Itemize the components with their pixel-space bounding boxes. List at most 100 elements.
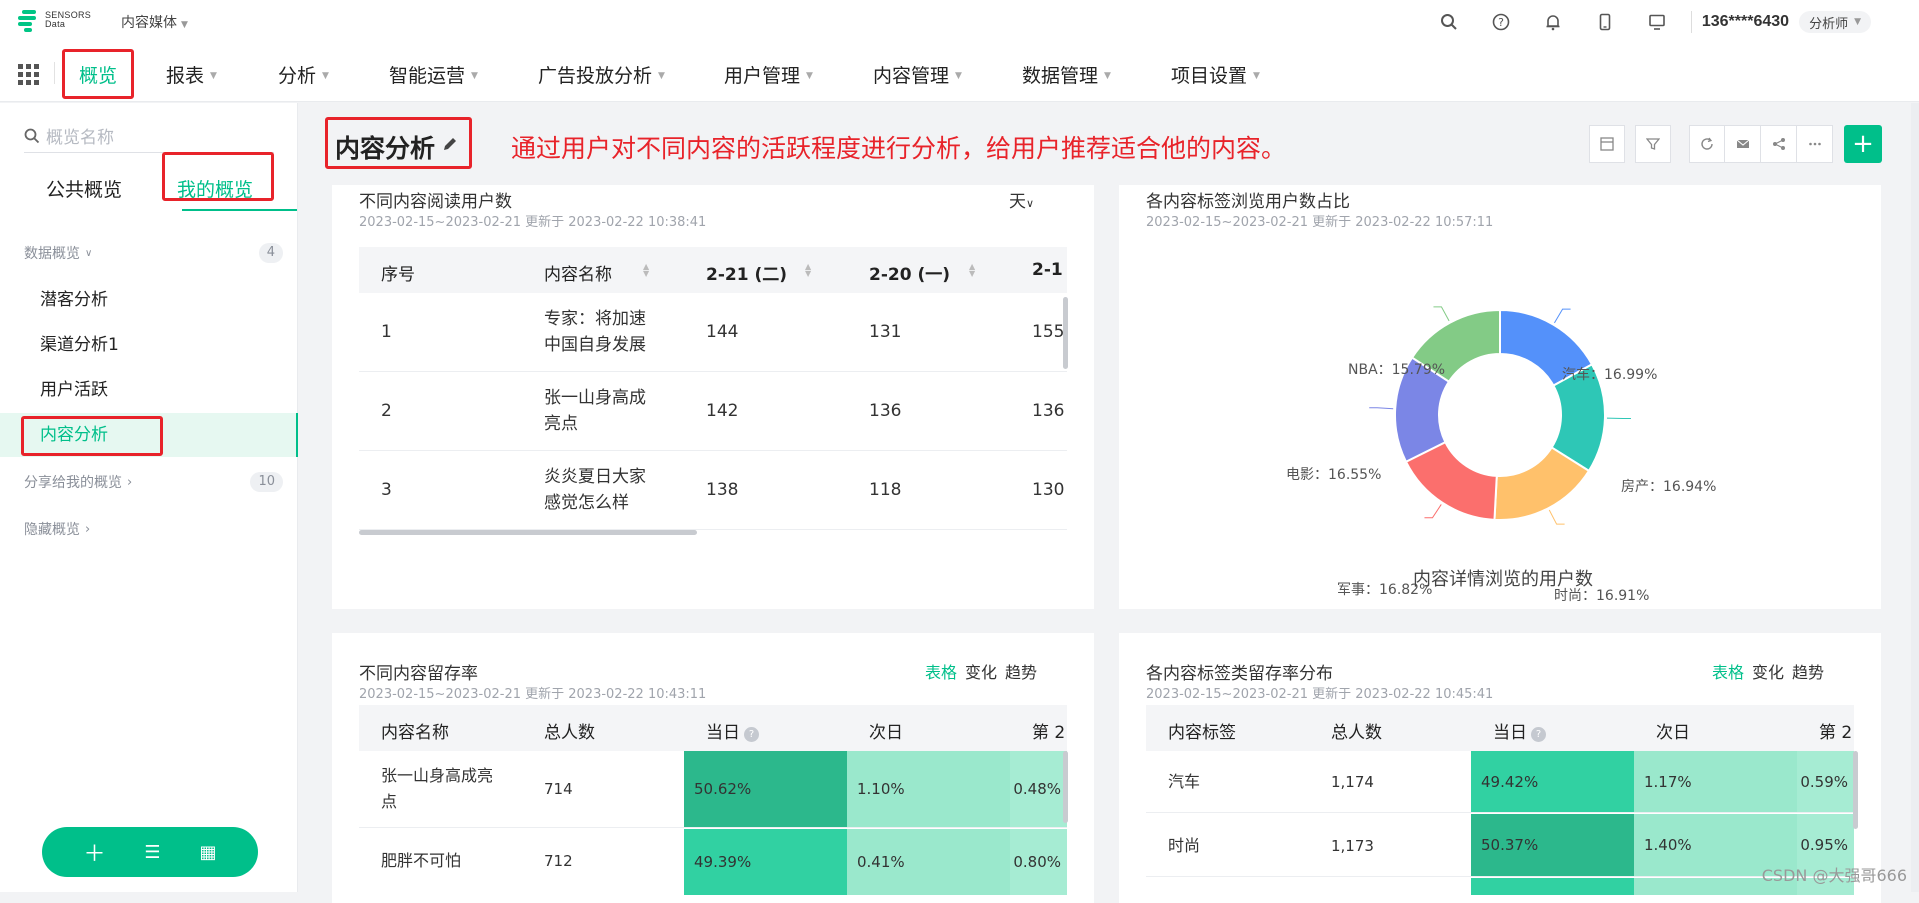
cell-value: 136 (869, 398, 901, 424)
card-title: 不同内容阅读用户数 (359, 187, 512, 212)
grid-layout-icon[interactable]: ▦ (200, 842, 217, 863)
view-table[interactable]: 表格 (1712, 659, 1744, 683)
column-header[interactable]: 2-20 (一) (869, 260, 950, 285)
refresh-icon[interactable] (1689, 125, 1725, 163)
group-hidden[interactable]: 隐藏概览› (24, 519, 90, 539)
retention-cell: 0.48% (1010, 751, 1067, 827)
column-header: 次日 (869, 718, 903, 743)
vertical-scrollbar[interactable] (1063, 297, 1068, 369)
vertical-scrollbar[interactable] (1063, 751, 1068, 823)
retention-cell: 0.41% (847, 828, 1010, 895)
nav-smart-ops[interactable]: 智能运营▼ (389, 61, 478, 88)
chevron-down-icon: ▼ (806, 71, 813, 81)
mobile-icon[interactable] (1579, 0, 1631, 44)
view-trend[interactable]: 趋势 (1005, 659, 1037, 683)
name-line: 点 (381, 789, 493, 815)
content-name[interactable]: 张一山身高成亮点 (381, 763, 493, 815)
nav-analysis[interactable]: 分析▼ (278, 61, 329, 88)
content-name[interactable]: 张一山身高成亮点 (544, 385, 646, 437)
granularity-value: 天 (1009, 192, 1026, 212)
search-icon (24, 128, 40, 144)
chevron-down-icon: ▼ (955, 71, 962, 81)
sidebar-actions: ＋ ☰ ▦ (42, 827, 258, 877)
horizontal-scrollbar[interactable] (359, 530, 697, 535)
sort-icon[interactable]: ▲▼ (805, 263, 811, 277)
chevron-down-icon: ∨ (1026, 197, 1034, 210)
view-trend[interactable]: 趋势 (1792, 659, 1824, 683)
pie-leader-1 (1554, 309, 1570, 323)
view-switch: 表格 变化 趋势 (1712, 659, 1824, 683)
nav-project-settings[interactable]: 项目设置▼ (1171, 61, 1260, 88)
chevron-right-icon: › (127, 475, 132, 490)
retention-cell (1471, 877, 1634, 895)
page-scrollbar-track[interactable] (1911, 103, 1919, 892)
add-widget-button[interactable]: + (1844, 125, 1882, 163)
user-account[interactable]: 136****6430 (1702, 13, 1789, 31)
main-content: 内容分析 通过用户对不同内容的活跃程度进行分析，给用户推荐适合他的内容。 + 不… (299, 103, 1919, 892)
search-icon[interactable] (1423, 0, 1475, 44)
view-change[interactable]: 变化 (965, 659, 997, 683)
help-icon[interactable]: ? (1531, 727, 1546, 742)
retention-cell: 0.80% (1010, 828, 1067, 895)
sensors-logo[interactable]: SENSORSData (18, 9, 91, 31)
column-header[interactable]: 内容名称 (544, 260, 612, 285)
nav-user-mgmt[interactable]: 用户管理 ▼ (724, 61, 813, 88)
content-name[interactable]: 专家：将加速中国自身发展 (544, 306, 646, 358)
view-table[interactable]: 表格 (925, 659, 957, 683)
add-icon[interactable]: ＋ (83, 836, 105, 868)
sort-icon[interactable]: ▲▼ (969, 263, 975, 277)
monitor-icon[interactable] (1631, 0, 1683, 44)
sidebar-item-prospects[interactable]: 潜客分析 (0, 278, 298, 322)
pie-label-auto: 汽车：16.99% (1562, 364, 1657, 384)
nav-label: 内容管理 (873, 65, 949, 87)
nav-data-mgmt[interactable]: 数据管理▼ (1022, 61, 1111, 88)
cell-value: 155 (1032, 319, 1064, 345)
view-change[interactable]: 变化 (1752, 659, 1784, 683)
group-data-overview[interactable]: 数据概览∨ (24, 243, 92, 263)
bell-icon[interactable] (1527, 0, 1579, 44)
search-input[interactable]: 概览名称 (24, 119, 274, 153)
apps-grid-icon[interactable] (18, 64, 39, 85)
nav-reports[interactable]: 报表▼ (166, 61, 217, 88)
sort-icon[interactable]: ▲▼ (643, 263, 649, 277)
nav-label: 用户管理 (724, 65, 800, 87)
readers-table: 序号 内容名称 ▲▼ 2-21 (二) ▲▼ 2-20 (一) ▲▼ 2-1 1… (359, 247, 1067, 537)
tag-name[interactable]: 汽车 (1168, 769, 1200, 795)
header-label: 当日 (1493, 723, 1527, 743)
tab-public[interactable]: 公共概览 (46, 175, 122, 202)
help-icon[interactable]: ? (1475, 0, 1527, 44)
sidebar-item-channel[interactable]: 渠道分析1 (0, 323, 298, 367)
content-name[interactable]: 炎炎夏日大家感觉怎么样 (544, 464, 646, 516)
filter-icon[interactable] (1635, 125, 1671, 163)
sidebar-item-active-users[interactable]: 用户活跃 (0, 368, 298, 412)
column-header[interactable]: 2-1 (1032, 260, 1063, 280)
divider (54, 62, 55, 84)
table-row: 汽车 1,174 49.42% 1.17% 0.59% (1146, 751, 1854, 813)
name-line: 炎炎夏日大家 (544, 464, 646, 490)
nav-label: 报表 (166, 65, 204, 87)
total-users: 712 (544, 848, 573, 874)
vertical-scrollbar[interactable] (1853, 751, 1858, 829)
highlight-box (325, 117, 472, 169)
page-description: 通过用户对不同内容的活跃程度进行分析，给用户推荐适合他的内容。 (511, 129, 1286, 165)
layout-icon[interactable] (1589, 125, 1625, 163)
nav-content-mgmt[interactable]: 内容管理 ▼ (873, 61, 962, 88)
role-selector[interactable]: 分析师▼ (1799, 11, 1871, 33)
mail-icon[interactable] (1725, 125, 1761, 163)
row-index: 2 (381, 398, 392, 424)
project-selector[interactable]: 内容媒体▼ (121, 12, 188, 32)
card-tag-share: 各内容标签浏览用户数占比 2023-02-15~2023-02-21 更新于 2… (1119, 185, 1881, 609)
content-name[interactable]: 肥胖不可怕 (381, 848, 461, 874)
column-header[interactable]: 2-21 (二) (706, 260, 787, 285)
tag-name[interactable]: 时尚 (1168, 833, 1200, 859)
granularity-select[interactable]: 天∨ (1009, 187, 1034, 212)
chevron-down-icon: ▼ (1104, 71, 1111, 81)
share-icon[interactable] (1761, 125, 1797, 163)
more-icon[interactable] (1797, 125, 1833, 163)
retention-table: 内容名称 总人数 当日? 次日 第 2 张一山身高成亮点 714 50.62% … (359, 705, 1067, 895)
help-icon[interactable]: ? (744, 727, 759, 742)
group-shared[interactable]: 分享给我的概览› (24, 472, 132, 492)
nav-ad-analysis[interactable]: 广告投放分析▼ (538, 61, 665, 88)
highlight-box (21, 416, 163, 456)
sort-list-icon[interactable]: ☰ (144, 842, 160, 863)
